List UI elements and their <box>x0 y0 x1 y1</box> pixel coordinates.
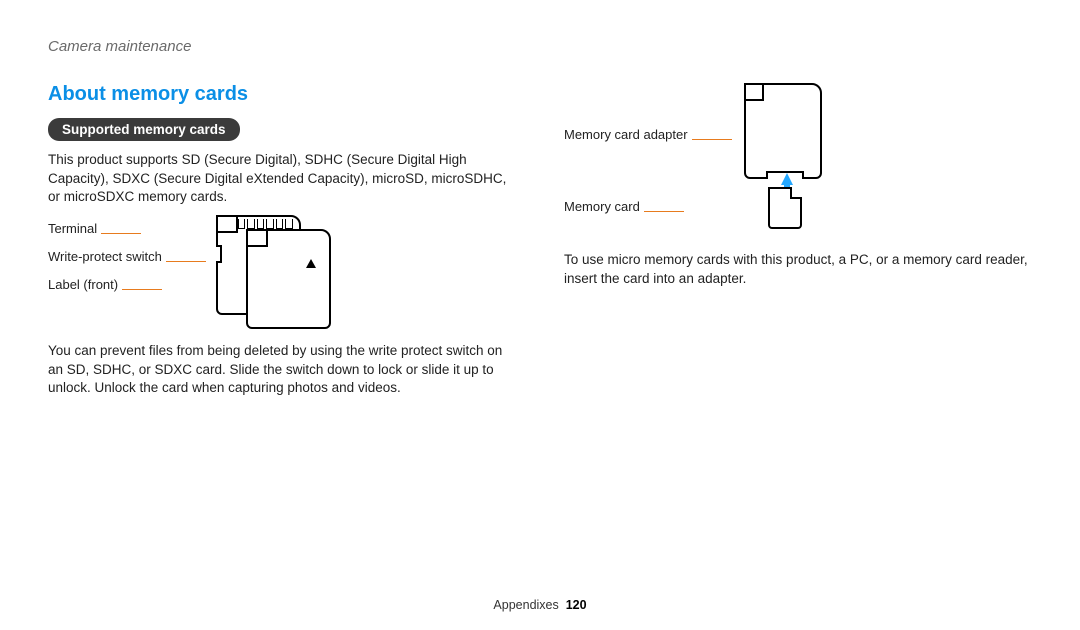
leader-line <box>122 289 162 290</box>
breadcrumb: Camera maintenance <box>48 38 1032 55</box>
label-memory-card: Memory card <box>564 200 640 214</box>
label-adapter: Memory card adapter <box>564 128 688 142</box>
adapter-icon <box>738 83 838 233</box>
sd-card-icon <box>216 215 336 330</box>
sd-diagram-labels: Terminal Write-protect switch Label (fro… <box>48 215 206 299</box>
footer-section: Appendixes <box>493 598 558 612</box>
label-write-protect: Write-protect switch <box>48 250 162 264</box>
leader-line <box>101 233 141 234</box>
adapter-instruction-text: To use micro memory cards with this prod… <box>564 251 1032 288</box>
right-column: Memory card adapter Memory card To use m… <box>564 83 1032 404</box>
label-terminal: Terminal <box>48 222 97 236</box>
leader-line <box>692 139 732 140</box>
microsd-icon <box>768 187 802 229</box>
adapter-diagram: Memory card adapter Memory card <box>564 83 1032 233</box>
insert-arrow-icon <box>781 173 793 185</box>
supported-cards-text: This product supports SD (Secure Digital… <box>48 151 516 207</box>
page-footer: Appendixes 120 <box>0 598 1080 612</box>
sd-card-diagram: Terminal Write-protect switch Label (fro… <box>48 215 516 330</box>
subsection-pill: Supported memory cards <box>48 118 240 141</box>
section-title: About memory cards <box>48 83 516 106</box>
label-front: Label (front) <box>48 278 118 292</box>
write-protect-text: You can prevent files from being deleted… <box>48 342 516 398</box>
page-number: 120 <box>566 598 587 612</box>
leader-line <box>644 211 684 212</box>
leader-line <box>166 261 206 262</box>
content-columns: About memory cards Supported memory card… <box>48 83 1032 404</box>
adapter-diagram-labels: Memory card adapter Memory card <box>564 121 732 221</box>
left-column: About memory cards Supported memory card… <box>48 83 516 404</box>
